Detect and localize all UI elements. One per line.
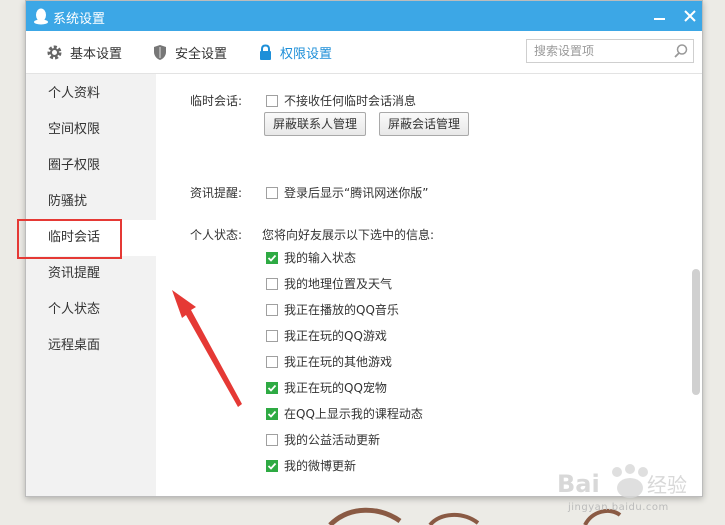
watermark-url: jingyan.baidu.com [568, 502, 669, 513]
annotation-arrow-icon [172, 290, 242, 407]
svg-text:Bai: Bai [557, 470, 600, 498]
svg-text:经验: 经验 [647, 473, 687, 497]
